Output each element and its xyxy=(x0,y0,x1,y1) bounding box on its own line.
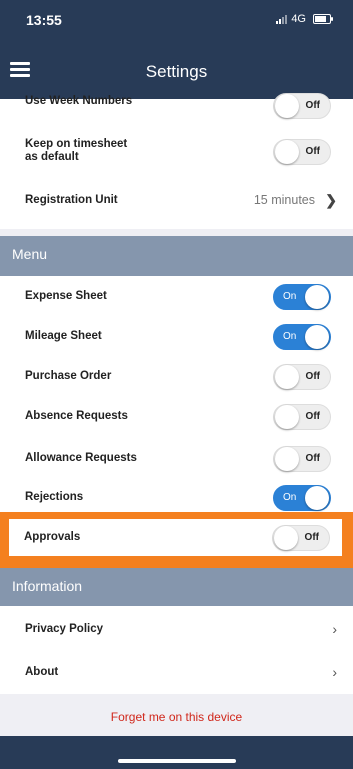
status-time: 13:55 xyxy=(26,12,62,28)
toggle-purchase-order[interactable]: Off xyxy=(273,364,331,390)
toggle-state: On xyxy=(283,291,297,302)
toggle-approvals[interactable]: Off xyxy=(272,525,330,551)
menu-item-absence-requests: Absence Requests Off xyxy=(0,396,353,438)
toggle-state: Off xyxy=(305,453,320,464)
row-label: Registration Unit xyxy=(25,194,118,206)
forget-me-button[interactable]: Forget me on this device xyxy=(0,698,353,736)
row-label: Privacy Policy xyxy=(25,623,103,635)
row-label: Keep on timesheet as default xyxy=(25,138,128,163)
row-label: Approvals xyxy=(24,531,81,543)
toggle-state: Off xyxy=(305,100,320,111)
info-item-about[interactable]: About › xyxy=(0,650,353,694)
toggle-state: Off xyxy=(305,146,320,157)
network-label: 4G xyxy=(291,13,306,25)
row-label: Use Week Numbers xyxy=(25,95,133,107)
menu-item-expense-sheet: Expense Sheet On xyxy=(0,276,353,318)
status-indicators: 4G xyxy=(276,13,333,25)
toggle-knob xyxy=(275,447,299,471)
toggle-knob xyxy=(305,325,329,349)
toggle-knob xyxy=(275,94,299,118)
row-label: About xyxy=(25,666,59,678)
home-indicator-bar xyxy=(0,736,353,769)
toggle-rejections[interactable]: On xyxy=(273,485,331,511)
menu-item-purchase-order: Purchase Order Off xyxy=(0,356,353,398)
toggle-absence-requests[interactable]: Off xyxy=(273,404,331,430)
menu-item-rejections: Rejections On xyxy=(0,478,353,512)
menu-item-mileage-sheet: Mileage Sheet On xyxy=(0,316,353,358)
toggle-allowance-requests[interactable]: Off xyxy=(273,446,331,472)
toggle-state: On xyxy=(283,331,297,342)
row-label: Purchase Order xyxy=(25,370,112,382)
menu-item-allowance-requests: Allowance Requests Off xyxy=(0,436,353,478)
chevron-right-icon: ❯ xyxy=(325,192,337,208)
status-bar: 13:55 4G xyxy=(0,0,353,42)
highlight-frame: Approvals Off xyxy=(0,512,353,568)
battery-icon xyxy=(313,14,333,24)
toggle-knob xyxy=(274,526,298,550)
toggle-knob xyxy=(275,140,299,164)
toggle-expense-sheet[interactable]: On xyxy=(273,284,331,310)
section-title: Menu xyxy=(12,246,48,262)
toggle-state: Off xyxy=(305,411,320,422)
signal-icon xyxy=(276,14,288,24)
toggle-state: Off xyxy=(305,371,320,382)
chevron-right-icon: › xyxy=(332,621,337,637)
row-label: Rejections xyxy=(25,491,84,503)
chevron-right-icon: › xyxy=(332,664,337,680)
section-header-menu: Menu xyxy=(0,236,353,276)
navbar: Settings xyxy=(0,42,353,99)
row-label: Expense Sheet xyxy=(25,290,107,302)
row-registration-unit[interactable]: Registration Unit 15 minutes ❯ xyxy=(0,179,353,229)
toggle-knob xyxy=(305,285,329,309)
page-title: Settings xyxy=(145,62,208,81)
row-use-week-numbers: Use Week Numbers Off xyxy=(0,93,353,121)
home-indicator[interactable] xyxy=(118,759,236,763)
row-keep-on-timesheet: Keep on timesheet as default Off xyxy=(0,121,353,179)
toggle-state: On xyxy=(283,492,297,503)
section-title: Information xyxy=(12,578,83,594)
row-label: Mileage Sheet xyxy=(25,330,102,342)
toggle-keep-on-timesheet[interactable]: Off xyxy=(273,139,331,165)
toggle-knob xyxy=(305,486,329,510)
toggle-knob xyxy=(275,365,299,389)
section-header-information: Information xyxy=(0,568,353,606)
row-label: Absence Requests xyxy=(25,410,128,422)
info-item-privacy-policy[interactable]: Privacy Policy › xyxy=(0,606,353,650)
forget-me-label: Forget me on this device xyxy=(110,710,243,724)
row-label: Allowance Requests xyxy=(25,452,137,464)
registration-unit-value: 15 minutes xyxy=(253,193,315,207)
menu-item-approvals: Approvals Off xyxy=(9,519,342,556)
toggle-state: Off xyxy=(304,532,319,543)
toggle-knob xyxy=(275,405,299,429)
toggle-mileage-sheet[interactable]: On xyxy=(273,324,331,350)
toggle-use-week-numbers[interactable]: Off xyxy=(273,93,331,119)
